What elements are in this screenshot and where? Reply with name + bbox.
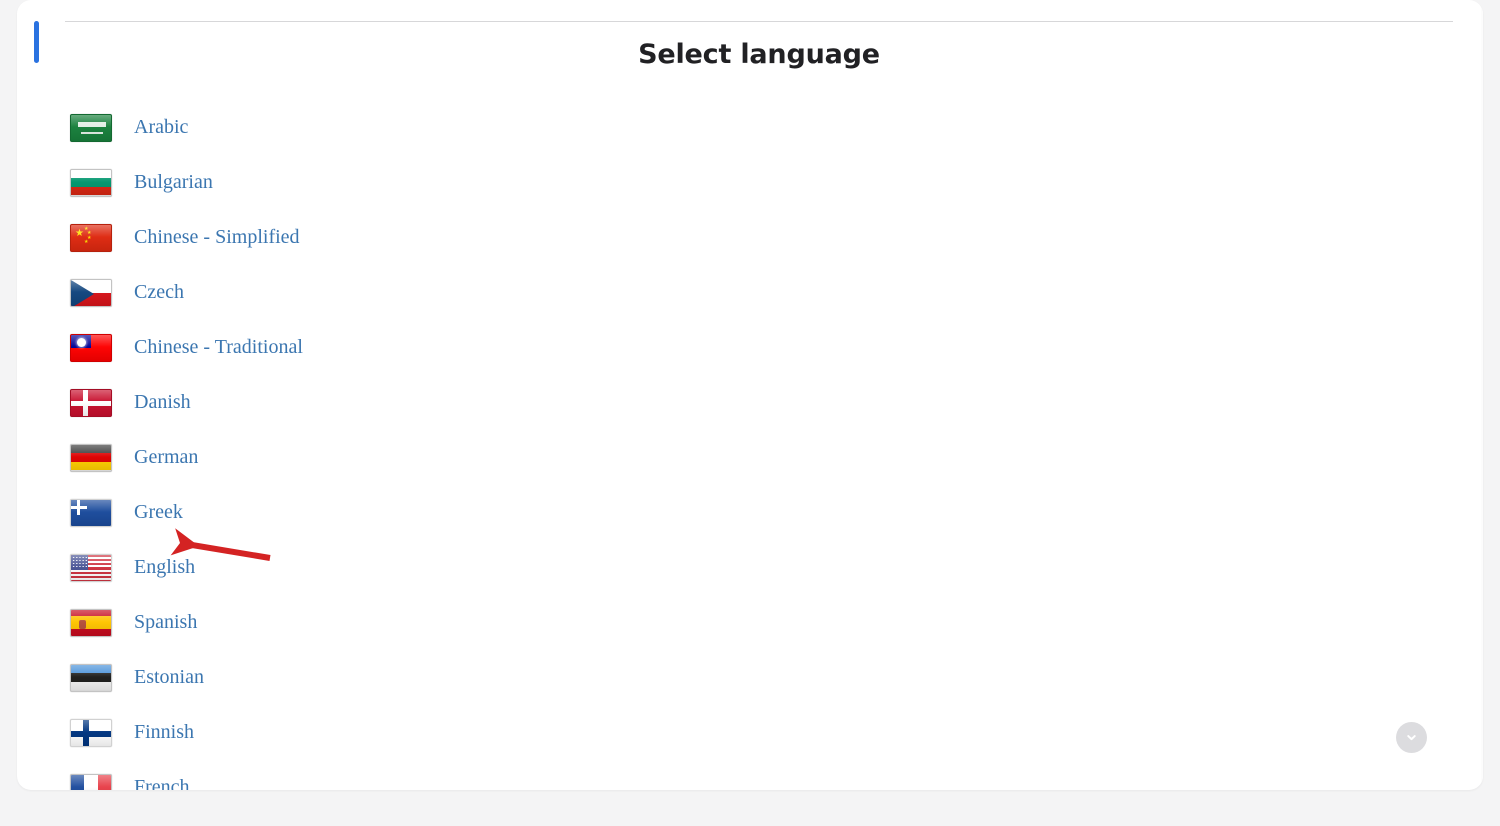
language-name-label[interactable]: Danish bbox=[134, 391, 191, 414]
chevron-down-icon bbox=[1407, 735, 1416, 741]
page-title: Select language bbox=[638, 39, 880, 70]
france-flag bbox=[70, 773, 112, 790]
czech-republic-flag bbox=[70, 278, 112, 307]
language-list-item[interactable]: Spanish bbox=[65, 595, 1453, 650]
saudi-arabia-flag bbox=[70, 113, 112, 142]
language-list-item[interactable]: Chinese - Traditional bbox=[65, 320, 1453, 375]
language-list-item[interactable]: Czech bbox=[65, 265, 1453, 320]
language-list: Arabic Bulgarian ★ ★ ★ ★ ★ Chinese - Simplified… bbox=[65, 100, 1453, 790]
language-list-item[interactable]: German bbox=[65, 430, 1453, 485]
finland-flag bbox=[70, 718, 112, 747]
taiwan-flag bbox=[70, 333, 112, 362]
vertical-scrollbar-track[interactable] bbox=[1481, 8, 1483, 786]
language-name-label[interactable]: Estonian bbox=[134, 666, 204, 689]
viewport-panel: Select language Arabic Bulgarian ★ ★ ★ ★ ★ Chin… bbox=[17, 0, 1483, 790]
greece-flag bbox=[70, 498, 112, 527]
language-selection-card: Select language Arabic Bulgarian ★ ★ ★ ★ ★ Chin… bbox=[65, 21, 1453, 790]
language-list-item[interactable]: Greek bbox=[65, 485, 1453, 540]
language-name-label[interactable]: Bulgarian bbox=[134, 171, 213, 194]
language-name-label[interactable]: German bbox=[134, 446, 198, 469]
united-states-flag bbox=[70, 553, 112, 582]
language-list-item[interactable]: Finnish bbox=[65, 705, 1453, 760]
language-name-label[interactable]: Chinese - Simplified bbox=[134, 226, 300, 249]
language-name-label[interactable]: Greek bbox=[134, 501, 183, 524]
language-list-item[interactable]: Arabic bbox=[65, 100, 1453, 155]
language-list-item[interactable]: Danish bbox=[65, 375, 1453, 430]
screen-root: Select language Arabic Bulgarian ★ ★ ★ ★ ★ Chin… bbox=[0, 0, 1500, 826]
language-list-item[interactable]: Bulgarian bbox=[65, 155, 1453, 210]
language-list-item[interactable]: English bbox=[65, 540, 1453, 595]
focus-accent-bar bbox=[34, 21, 39, 63]
bulgaria-flag bbox=[70, 168, 112, 197]
language-name-label[interactable]: Chinese - Traditional bbox=[134, 336, 303, 359]
estonia-flag bbox=[70, 663, 112, 692]
language-name-label[interactable]: English bbox=[134, 556, 195, 579]
germany-flag bbox=[70, 443, 112, 472]
language-name-label[interactable]: French bbox=[134, 776, 190, 790]
language-name-label[interactable]: Arabic bbox=[134, 116, 188, 139]
language-name-label[interactable]: Finnish bbox=[134, 721, 194, 744]
china-flag: ★ ★ ★ ★ ★ bbox=[70, 223, 112, 252]
denmark-flag bbox=[70, 388, 112, 417]
scroll-down-button[interactable] bbox=[1396, 722, 1427, 753]
language-list-item[interactable]: ★ ★ ★ ★ ★ Chinese - Simplified bbox=[65, 210, 1453, 265]
language-name-label[interactable]: Spanish bbox=[134, 611, 197, 634]
spain-flag bbox=[70, 608, 112, 637]
language-list-item[interactable]: Estonian bbox=[65, 650, 1453, 705]
language-list-item[interactable]: French bbox=[65, 760, 1453, 790]
language-name-label[interactable]: Czech bbox=[134, 281, 184, 304]
